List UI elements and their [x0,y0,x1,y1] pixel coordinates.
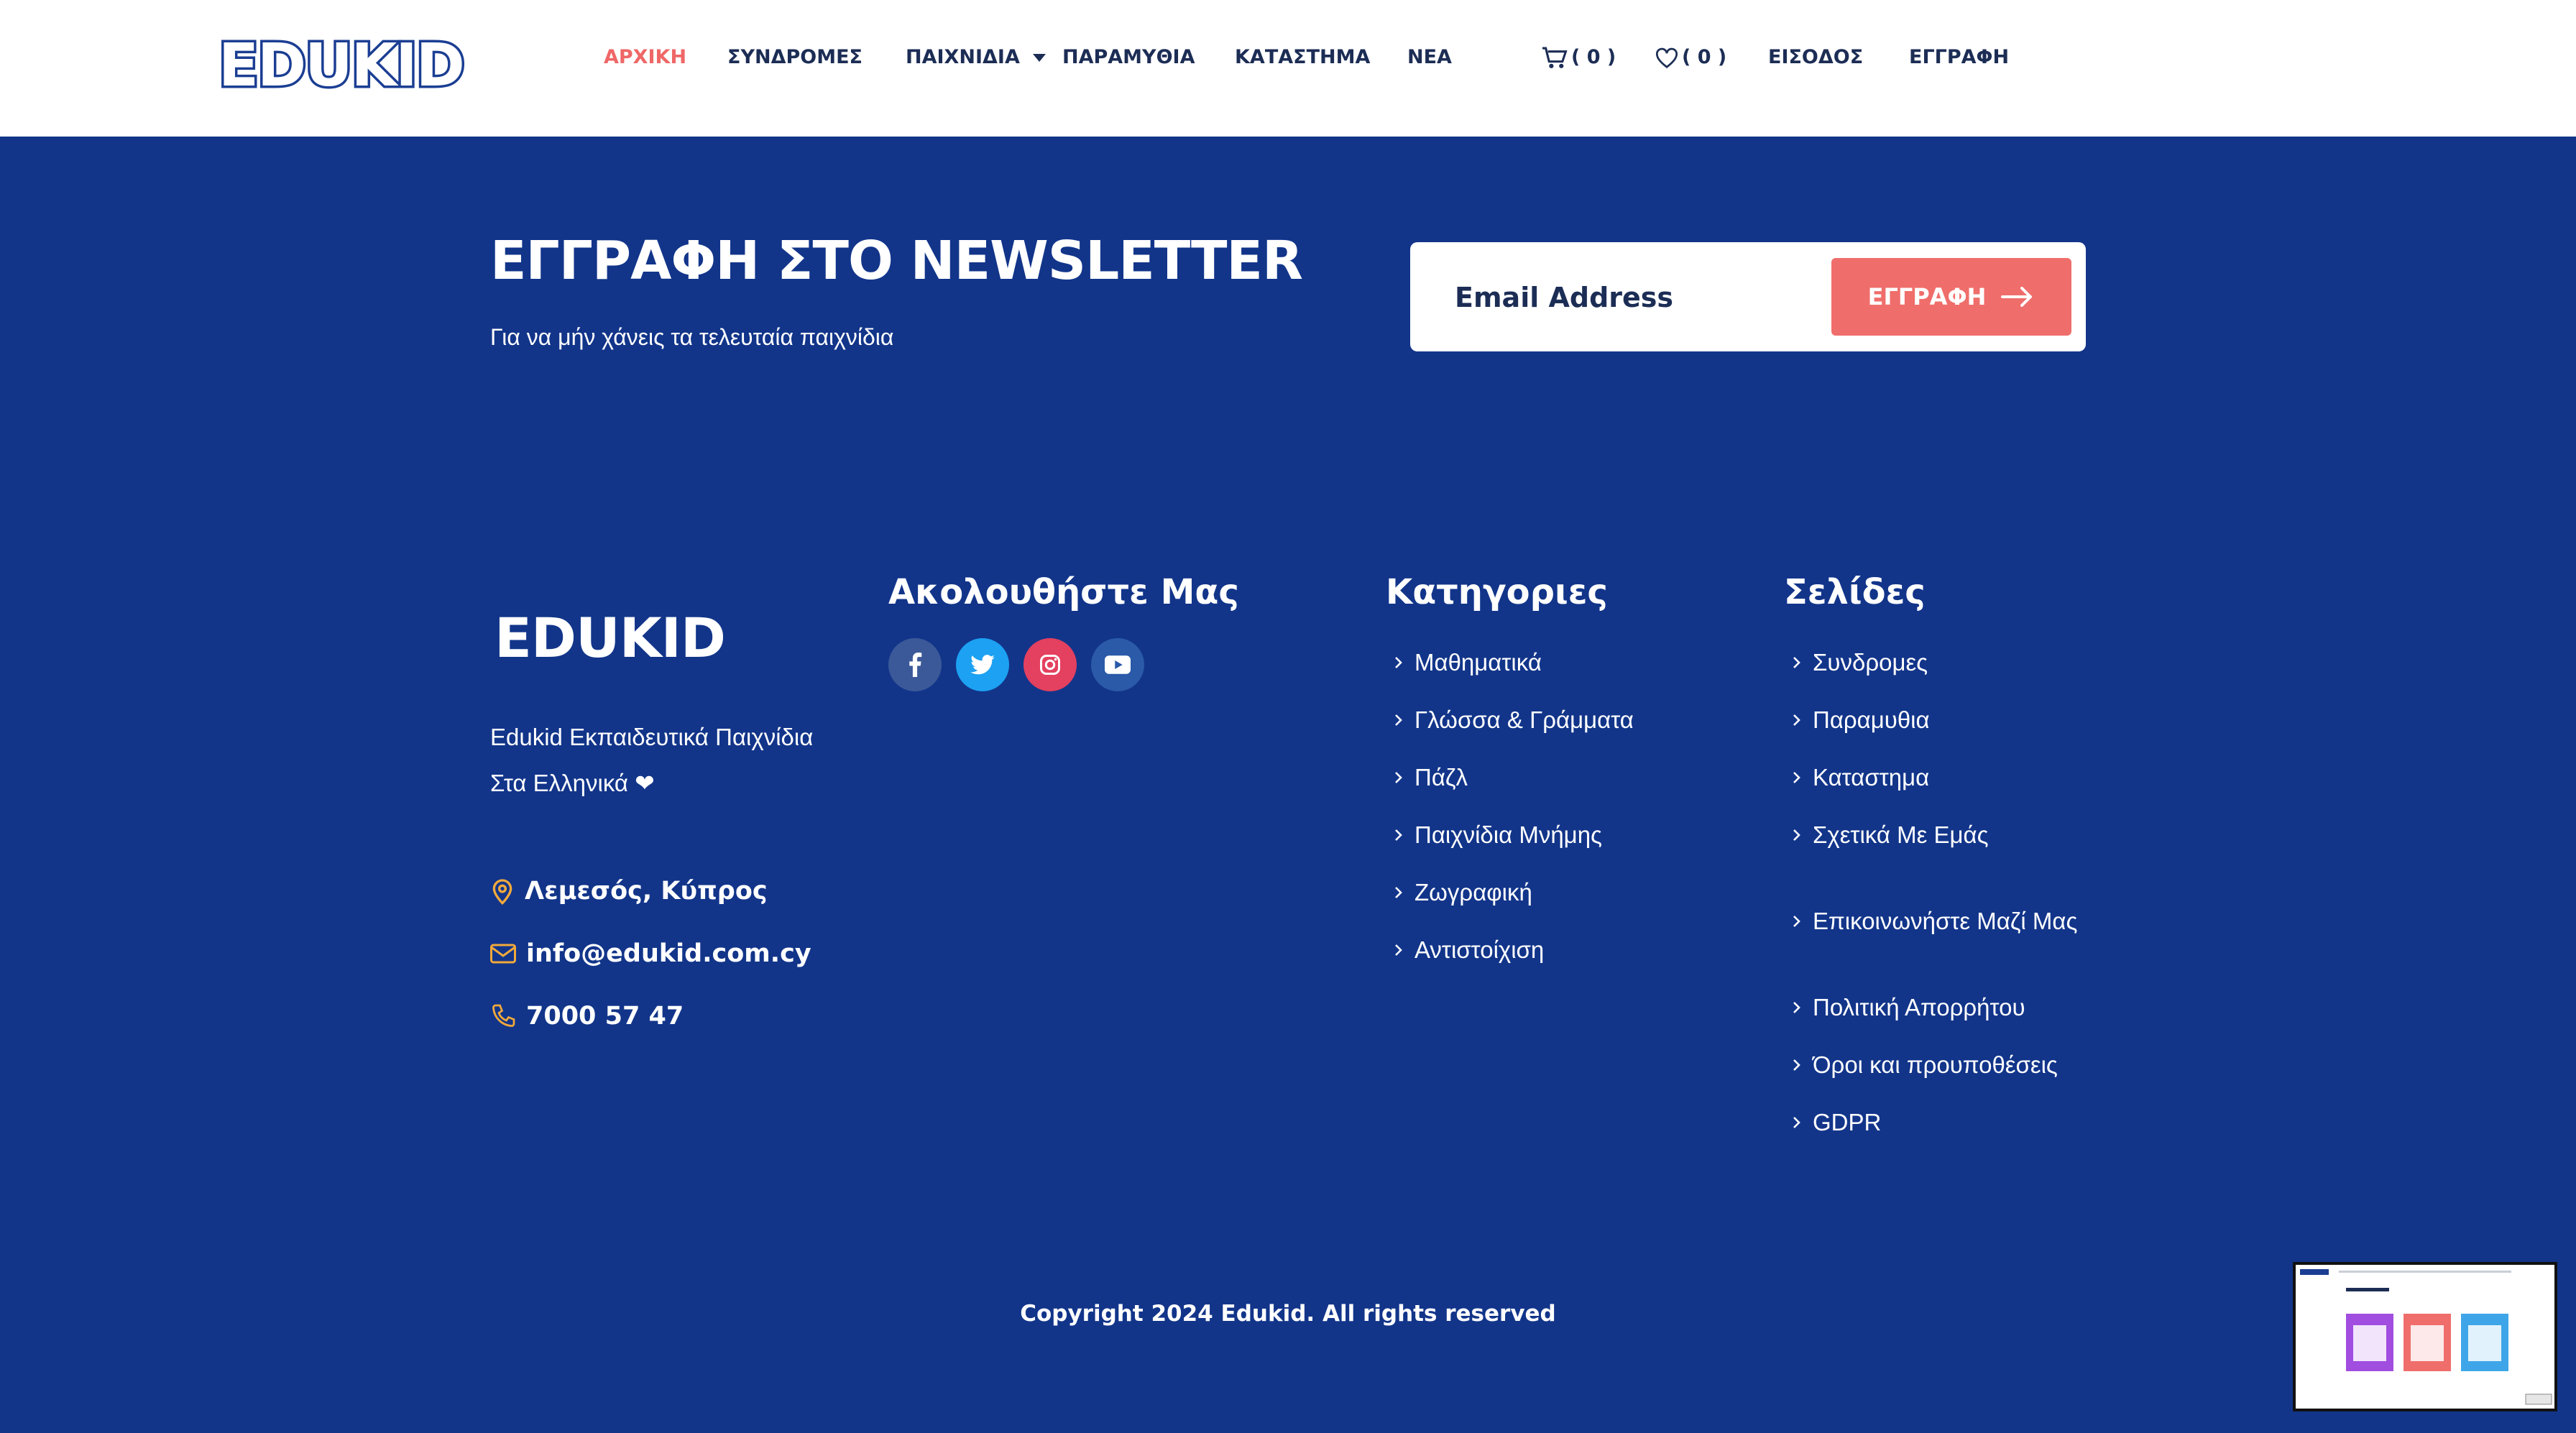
nav-item-home[interactable]: ΑΡΧΙΚΗ [604,42,686,73]
map-pin-icon [492,879,512,906]
footer-description-line1: Edukid Εκπαιδευτικά Παιχνίδια [490,724,814,750]
chevron-right-icon [1793,829,1800,841]
chevron-right-icon [1793,1117,1800,1128]
register-link[interactable]: ΕΓΓΡΑΦΗ [1909,42,2009,73]
pages-title: Σελίδες [1784,572,1926,612]
youtube-icon [1105,655,1131,674]
page-link[interactable]: Όροι και προυποθέσεις [1784,1051,2086,1079]
follow-title: Ακολουθήστε Μας [888,572,1239,612]
newsletter-submit-button[interactable]: ΕΓΓΡΑΦΗ [1831,258,2071,336]
pages-list: Συνδρομες Παραμυθια Καταστημα Σχετικά Με… [1784,648,2086,1137]
nav-item-fairytales[interactable]: ΠΑΡΑΜΥΘΙΑ [1062,42,1195,73]
youtube-button[interactable] [1091,638,1144,691]
page-link[interactable]: GDPR [1784,1108,2086,1137]
facebook-button[interactable] [888,638,942,691]
nav-item-games-label: ΠΑΙΧΝΙΔΙΑ [906,46,1020,68]
twitter-button[interactable] [956,638,1009,691]
category-label: Πάζλ [1414,764,1468,791]
footer-description: Edukid Εκπαιδευτικά Παιχνίδια Στα Ελληνι… [490,714,864,806]
contact-email[interactable]: info@edukid.com.cy [490,934,811,974]
newsletter-form: ΕΓΓΡΑΦΗ [1410,242,2086,351]
page-link[interactable]: Συνδρομες [1784,648,2086,677]
chevron-right-icon [1395,657,1402,668]
category-label: Μαθηματικά [1414,649,1542,676]
page-label: Επικοινωνήστε Μαζί Μας [1813,908,2078,934]
page-label: Συνδρομες [1813,649,1928,676]
copyright-text: Copyright 2024 Edukid. All rights reserv… [1020,1301,1556,1327]
categories-list: Μαθηματικά Γλώσσα & Γράμματα Πάζλ Παιχνί… [1386,648,1634,964]
nav-item-games[interactable]: ΠΑΙΧΝΙΔΙΑ [906,42,1046,73]
nav-item-subscriptions[interactable]: ΣΥΝΔΡΟΜΕΣ [727,42,862,73]
social-links [888,638,1144,691]
page-label: GDPR [1813,1109,1882,1135]
cart-count: ( 0 ) [1571,46,1616,68]
page-link[interactable]: Επικοινωνήστε Μαζί Μας [1784,878,2086,964]
categories-title: Κατηγοριες [1386,572,1608,612]
chevron-right-icon [1793,657,1800,668]
page-label: Όροι και προυποθέσεις [1813,1051,2058,1078]
cart-icon [1542,47,1568,68]
arrow-right-icon [2001,287,2033,307]
cart-button[interactable]: ( 0 ) [1541,42,1616,73]
page-label: Παραμυθια [1813,706,1930,733]
email-input[interactable] [1453,274,1801,321]
chevron-right-icon [1395,887,1402,898]
twitter-icon [970,655,995,675]
heart-icon [1656,47,1678,68]
chevron-right-icon [1395,772,1402,783]
wishlist-button[interactable]: ( 0 ) [1655,42,1726,73]
category-label: Παιχνίδια Μνήμης [1414,821,1602,848]
category-link[interactable]: Μαθηματικά [1386,648,1634,677]
phone-icon [492,1004,515,1027]
page-link[interactable]: Παραμυθια [1784,706,2086,734]
contact-location: Λεμεσός, Κύπρος [490,871,768,911]
login-link[interactable]: ΕΙΣΟΔΟΣ [1768,42,1863,73]
category-label: Ζωγραφική [1414,879,1532,906]
nav-item-shop[interactable]: ΚΑΤΑΣΤΗΜΑ [1235,42,1370,73]
nav-item-news[interactable]: ΝΕΑ [1407,42,1452,73]
page-label: Σχετικά Με Εμάς [1813,821,1989,848]
category-label: Γλώσσα & Γράμματα [1414,706,1634,733]
category-link[interactable]: Γλώσσα & Γράμματα [1386,706,1634,734]
footer-logo[interactable]: EDUKID [494,605,726,671]
chevron-right-icon [1793,916,1800,927]
main-nav: ΑΡΧΙΚΗ ΣΥΝΔΡΟΜΕΣ ΠΑΙΧΝΙΔΙΑ ΠΑΡΑΜΥΘΙΑ ΚΑΤ… [0,42,2576,73]
page-preview-thumbnail[interactable] [2293,1262,2557,1411]
page-link[interactable]: Σχετικά Με Εμάς [1784,821,2086,849]
location-text: Λεμεσός, Κύπρος [525,877,768,906]
page-link[interactable]: Πολιτική Απορρήτου [1784,993,2086,1022]
wishlist-count: ( 0 ) [1682,46,1727,68]
category-link[interactable]: Ζωγραφική [1386,878,1634,907]
contact-phone[interactable]: 7000 57 47 [490,996,684,1036]
chevron-right-icon [1395,829,1402,841]
category-link[interactable]: Πάζλ [1386,763,1634,792]
facebook-icon [909,653,922,677]
footer-description-line2: Στα Ελληνικά ❤ [490,770,655,796]
category-link[interactable]: Παιχνίδια Μνήμης [1386,821,1634,849]
chevron-right-icon [1793,772,1800,783]
page-link[interactable]: Καταστημα [1784,763,2086,792]
page-label: Πολιτική Απορρήτου [1813,994,2025,1020]
chevron-right-icon [1793,1002,1800,1013]
chevron-right-icon [1395,944,1402,956]
page-label: Καταστημα [1813,764,1930,791]
preview-image [2296,1265,2554,1409]
category-label: Αντιστοίχιση [1414,936,1545,963]
chevron-right-icon [1793,714,1800,726]
chevron-right-icon [1793,1059,1800,1071]
instagram-icon [1040,655,1060,675]
email-text: info@edukid.com.cy [526,939,811,968]
newsletter-submit-label: ΕΓΓΡΑΦΗ [1867,283,1987,310]
phone-text: 7000 57 47 [526,1002,684,1031]
chevron-right-icon [1395,714,1402,726]
newsletter-subtitle: Για να μήν χάνεις τα τελευταία παιχνίδια [490,324,894,350]
site-header: EDUKID ΑΡΧΙΚΗ ΣΥΝΔΡΟΜΕΣ ΠΑΙΧΝΙΔΙΑ ΠΑΡΑΜΥ… [0,0,2576,137]
envelope-icon [490,944,516,964]
newsletter-title: ΕΓΓΡΑΦΗ ΣΤΟ NEWSLETTER [490,230,1303,292]
instagram-button[interactable] [1024,638,1077,691]
chevron-down-icon [1032,54,1046,62]
category-link[interactable]: Αντιστοίχιση [1386,936,1634,964]
